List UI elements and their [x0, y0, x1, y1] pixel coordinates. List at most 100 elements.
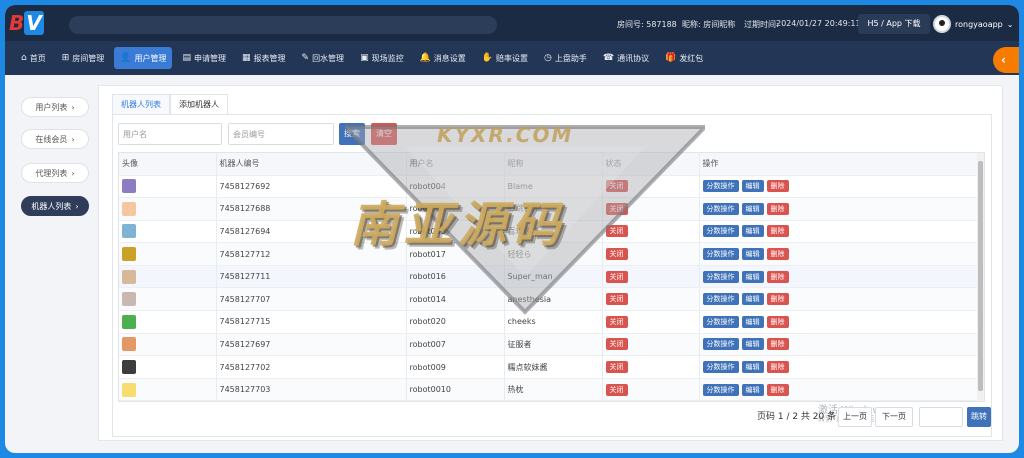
nickname-cell: cheeks	[504, 310, 603, 334]
sidebar-item-online-members[interactable]: 在线会员 ›	[21, 129, 89, 149]
tab-add-robot[interactable]: 添加机器人	[170, 94, 228, 114]
expire-time: 2024/01/27 20:49:11	[776, 19, 861, 28]
status-toggle-button[interactable]: 关闭	[605, 315, 628, 328]
member-id-search-input[interactable]	[228, 123, 334, 145]
delete-button[interactable]: 删除	[766, 383, 789, 396]
status-toggle-button[interactable]: 关闭	[605, 248, 628, 261]
delete-button[interactable]: 删除	[766, 202, 789, 215]
nav-item-betting-assistant[interactable]: ◷ 上盘助手	[538, 47, 593, 69]
prev-page-button[interactable]: 上一页	[838, 407, 872, 427]
table-row: 7458127707 robot014 anesthesia 关闭 分数操作 编辑 删除	[119, 287, 984, 312]
status-toggle-button[interactable]: 关闭	[605, 180, 628, 193]
user-menu[interactable]: rongyaoapp ⌄	[933, 14, 1013, 34]
column-header-avatar: 头像	[119, 153, 217, 176]
tab-robot-list[interactable]: 机器人列表	[112, 94, 170, 114]
username-search-input[interactable]	[118, 123, 222, 145]
nav-item-report-management[interactable]: ▦ 报表管理	[236, 47, 292, 69]
phone-icon: ☎	[602, 53, 615, 63]
edit-button[interactable]: 编辑	[741, 225, 764, 238]
score-operation-button[interactable]: 分数操作	[702, 361, 739, 374]
status-toggle-button[interactable]: 关闭	[605, 202, 628, 215]
delete-button[interactable]: 删除	[766, 180, 789, 193]
delete-button[interactable]: 删除	[766, 270, 789, 283]
nav-item-user-management[interactable]: 👤 用户管理	[114, 47, 173, 69]
nav-item-protocol[interactable]: ☎ 通讯协议	[597, 47, 655, 69]
status-toggle-button[interactable]: 关闭	[605, 361, 628, 374]
edit-button[interactable]: 编辑	[741, 293, 764, 306]
status-toggle-button[interactable]: 关闭	[605, 383, 628, 396]
status-toggle-button[interactable]: 关闭	[605, 270, 628, 283]
status-toggle-button[interactable]: 关闭	[605, 293, 628, 306]
status-toggle-button[interactable]: 关闭	[605, 338, 628, 351]
chevron-left-icon: ‹	[1001, 53, 1006, 67]
bell-icon: 🔔	[419, 53, 431, 63]
edit-button[interactable]: 编辑	[741, 270, 764, 283]
delete-button[interactable]: 删除	[766, 293, 789, 306]
sidebar-item-user-list[interactable]: 用户列表 ›	[21, 97, 89, 117]
collapse-back-button[interactable]: ‹	[993, 47, 1019, 73]
nav-item-label: 房间管理	[72, 53, 105, 63]
h5-app-download-button[interactable]: H5 / App 下载	[858, 14, 930, 34]
delete-button[interactable]: 删除	[766, 338, 789, 351]
user-avatar	[933, 15, 951, 33]
delete-button[interactable]: 删除	[766, 225, 789, 238]
score-operation-button[interactable]: 分数操作	[702, 338, 739, 351]
username-label: rongyaoapp	[955, 19, 1003, 29]
edit-button[interactable]: 编辑	[741, 361, 764, 374]
edit-button[interactable]: 编辑	[741, 383, 764, 396]
nickname-cell: Super_man	[504, 265, 603, 289]
app-logo[interactable]: BV	[9, 11, 51, 35]
delete-button[interactable]: 删除	[766, 248, 789, 261]
table-scrollbar[interactable]	[977, 153, 984, 401]
edit-button[interactable]: 编辑	[741, 202, 764, 215]
nav-item-application-management[interactable]: ▤ 申请管理	[176, 47, 232, 69]
scrollbar-thumb[interactable]	[978, 161, 983, 391]
header-search-bar[interactable]	[69, 16, 497, 34]
score-operation-button[interactable]: 分数操作	[702, 270, 739, 283]
nav-item-red-packet[interactable]: 🎁 发红包	[659, 47, 709, 69]
clear-button[interactable]: 清空	[371, 123, 397, 145]
search-button[interactable]: 搜索	[339, 123, 365, 145]
nav-item-odds-settings[interactable]: ✋ 赔率设置	[476, 47, 534, 69]
score-operation-button[interactable]: 分数操作	[702, 383, 739, 396]
username-cell: robot014	[406, 287, 505, 312]
avatar-cell	[119, 220, 217, 244]
avatar-cell	[119, 287, 217, 312]
score-operation-button[interactable]: 分数操作	[702, 248, 739, 261]
edit-button[interactable]: 编辑	[741, 180, 764, 193]
score-operation-button[interactable]: 分数操作	[702, 202, 739, 215]
status-cell: 关闭	[602, 355, 700, 379]
edit-button[interactable]: 编辑	[741, 338, 764, 351]
score-operation-button[interactable]: 分数操作	[702, 293, 739, 306]
hand-icon: ✋	[481, 53, 494, 63]
nav-item-room-management[interactable]: ⊞ 房间管理	[56, 47, 111, 69]
nav-item-live-monitor[interactable]: ▣ 现场监控	[354, 47, 410, 69]
nav-item-label: 赔率设置	[496, 53, 529, 63]
nav-item-message-settings[interactable]: 🔔 消息设置	[414, 47, 472, 69]
delete-button[interactable]: 删除	[766, 361, 789, 374]
status-toggle-button[interactable]: 关闭	[605, 225, 628, 238]
robot-id-cell: 7458127702	[216, 355, 407, 379]
jump-button[interactable]: 跳转	[967, 407, 991, 427]
page-number-input[interactable]	[919, 407, 963, 427]
score-operation-button[interactable]: 分数操作	[702, 180, 739, 193]
status-cell: 关闭	[602, 220, 700, 244]
sidebar-item-label: 在线会员	[35, 134, 68, 144]
status-cell: 关闭	[602, 242, 700, 266]
sidebar-item-agent-list[interactable]: 代理列表 ›	[21, 163, 89, 183]
nav-item-home[interactable]: ⌂ 首页	[15, 47, 52, 69]
status-cell: 关闭	[602, 378, 700, 401]
delete-button[interactable]: 删除	[766, 315, 789, 328]
actions-cell: 分数操作 编辑 删除	[699, 378, 984, 401]
nav-item-rebate-management[interactable]: ✎ 回水管理	[296, 47, 351, 69]
avatar-cell	[119, 242, 217, 266]
next-page-button[interactable]: 下一页	[875, 407, 913, 427]
app-frame: BV 房间号: 587188 昵称: 房间昵称 过期时间: 2024/01/27…	[0, 0, 1024, 458]
score-operation-button[interactable]: 分数操作	[702, 225, 739, 238]
table-row: 7458127711 robot016 Super_man 关闭 分数操作 编辑 删除	[119, 265, 984, 289]
score-operation-button[interactable]: 分数操作	[702, 315, 739, 328]
edit-button[interactable]: 编辑	[741, 315, 764, 328]
home-icon: ⌂	[21, 53, 27, 63]
sidebar-item-robot-list[interactable]: 机器人列表 ›	[21, 196, 89, 216]
edit-button[interactable]: 编辑	[741, 248, 764, 261]
